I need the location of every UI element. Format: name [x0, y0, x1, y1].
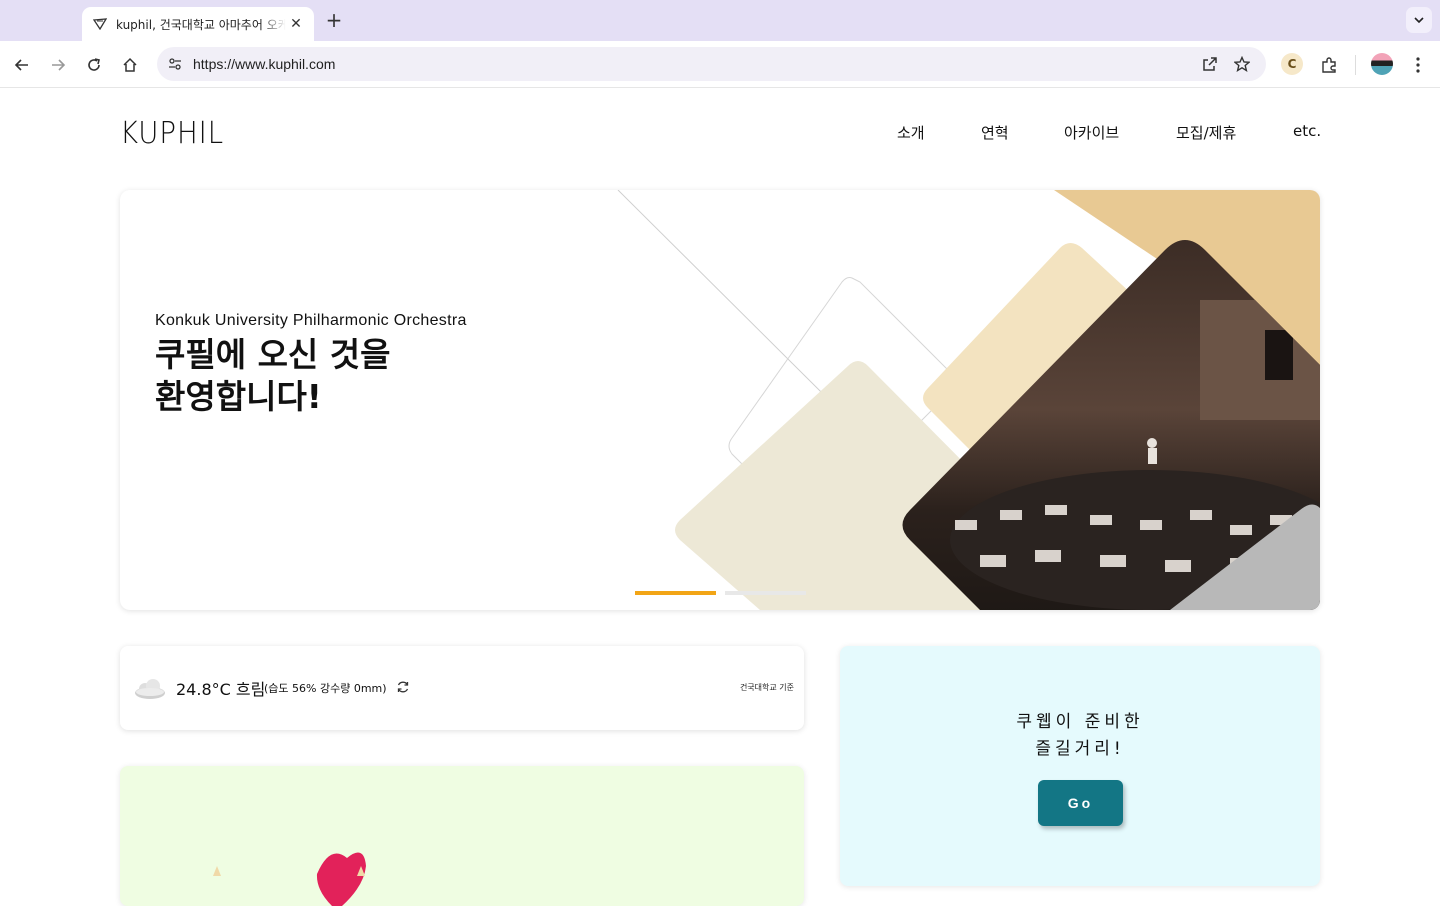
- nav-item-archive[interactable]: 아카이브: [1064, 122, 1119, 143]
- fun-heading-line1: 쿠웹이 준비한: [1016, 712, 1144, 732]
- menu-button[interactable]: [1406, 53, 1430, 77]
- chevron-down-icon: [1414, 17, 1424, 24]
- site-favicon-icon: [92, 16, 108, 32]
- arrow-right-icon: [52, 59, 66, 71]
- nav-item-intro[interactable]: 소개: [897, 122, 925, 143]
- green-card: [120, 766, 804, 906]
- home-icon: [123, 57, 137, 72]
- hero-title-line1: 쿠필에 오신 것을: [155, 335, 391, 374]
- extension-c-icon[interactable]: C: [1281, 53, 1303, 75]
- weather-basis: 건국대학교 기준: [739, 683, 794, 692]
- more-vert-icon: [1416, 57, 1420, 73]
- reload-button[interactable]: [82, 53, 106, 77]
- fun-card: 쿠웹이 준비한 즐길거리! Go: [840, 646, 1320, 886]
- nav-item-history[interactable]: 연혁: [981, 122, 1009, 143]
- tab-strip: kuphil, 건국대학교 아마추어 오케스트라 ✕ +: [0, 0, 1440, 41]
- reload-icon: [88, 58, 100, 71]
- bookmark-star-icon[interactable]: [1230, 52, 1254, 76]
- home-button[interactable]: [118, 53, 142, 77]
- back-button[interactable]: [10, 53, 34, 77]
- site-info-icon[interactable]: [163, 52, 187, 76]
- address-bar[interactable]: https://www.kuphil.com: [157, 47, 1266, 81]
- open-in-app-icon[interactable]: [1198, 52, 1222, 76]
- puzzle-icon: [1322, 57, 1336, 73]
- slide-dot-1[interactable]: [635, 591, 716, 595]
- url-text[interactable]: https://www.kuphil.com: [193, 56, 335, 72]
- heart-illustration: [213, 852, 366, 906]
- browser-tab[interactable]: kuphil, 건국대학교 아마추어 오케스트라 ✕: [82, 7, 314, 41]
- web-page: KUPHIL 소개 연혁 아카이브 모집/제휴 etc. Konkuk Univ…: [0, 88, 1440, 906]
- nav-item-recruit[interactable]: 모집/제휴: [1176, 122, 1236, 143]
- slide-dot-2[interactable]: [725, 591, 806, 595]
- new-tab-button[interactable]: +: [323, 8, 345, 32]
- cloud-icon: [135, 679, 165, 699]
- toolbar-divider: [1355, 55, 1356, 75]
- slide-indicator: [635, 591, 806, 595]
- fun-heading-line2: 즐길거리!: [1035, 739, 1125, 759]
- forward-button[interactable]: [46, 53, 70, 77]
- extensions-button[interactable]: [1317, 53, 1341, 77]
- weather-detail: (습도 56% 강수량 0mm): [264, 682, 387, 695]
- weather-card: 24.8°C 흐림 (습도 56% 강수량 0mm) 건국대학교 기준: [120, 646, 804, 730]
- profile-avatar[interactable]: [1371, 53, 1393, 75]
- tab-search-button[interactable]: [1406, 7, 1432, 33]
- refresh-icon[interactable]: [396, 680, 410, 694]
- hero-subtitle: Konkuk University Philharmonic Orchestra: [155, 312, 467, 329]
- tab-title: kuphil, 건국대학교 아마추어 오케스트라: [116, 17, 286, 32]
- browser-toolbar: https://www.kuphil.com C: [0, 41, 1440, 88]
- weather-temperature: 24.8°C 흐림: [176, 680, 266, 699]
- hero-banner: Konkuk University Philharmonic Orchestra…: [120, 190, 1320, 610]
- go-button[interactable]: Go: [1038, 780, 1123, 826]
- nav-item-etc[interactable]: etc.: [1293, 122, 1321, 140]
- arrow-left-icon: [14, 59, 28, 71]
- hero-title: 쿠필에 오신 것을 환영합니다!: [155, 334, 575, 418]
- site-logo[interactable]: KUPHIL: [120, 116, 224, 151]
- hero-title-line2: 환영합니다!: [155, 377, 322, 416]
- tab-close-icon[interactable]: ✕: [288, 16, 304, 32]
